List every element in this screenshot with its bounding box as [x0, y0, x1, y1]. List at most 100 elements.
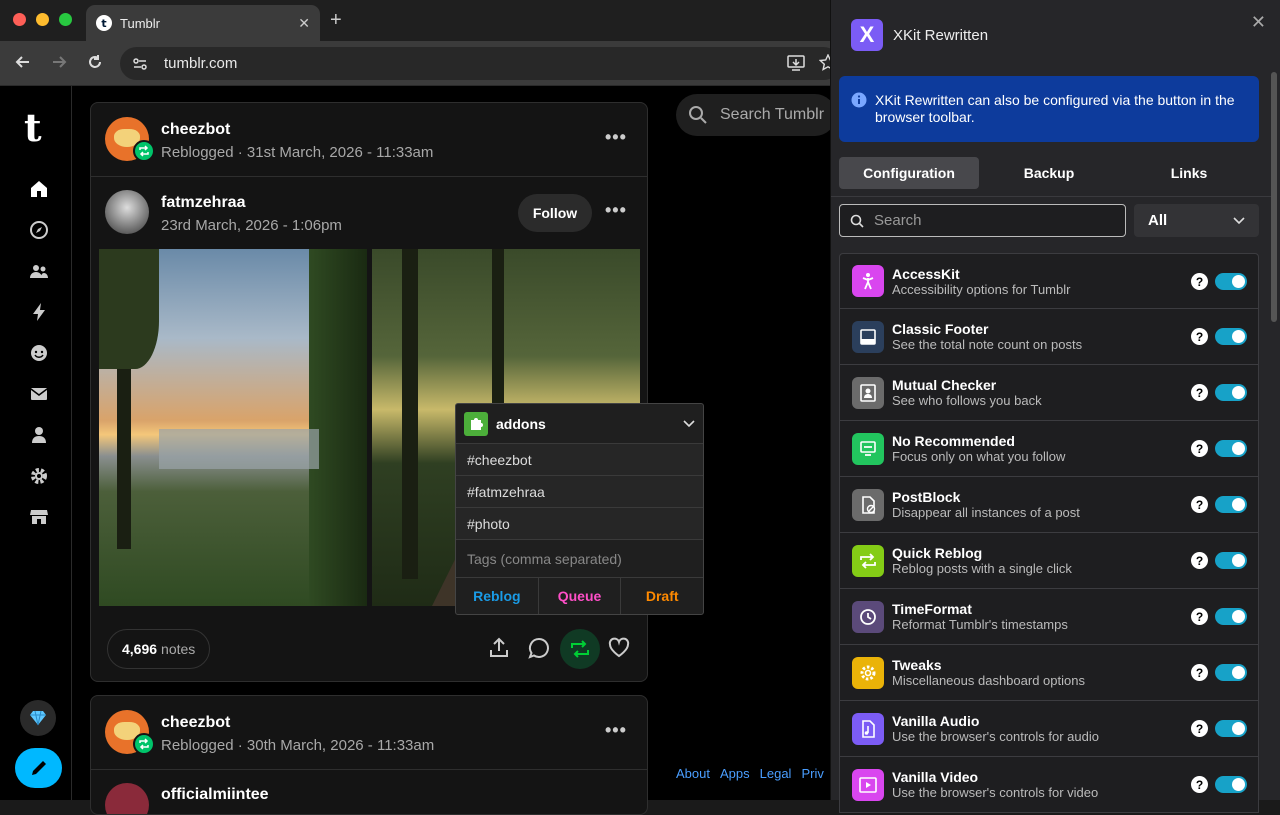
reload-icon[interactable]: [86, 53, 104, 71]
help-icon[interactable]: ?: [1191, 273, 1208, 290]
post-options-icon[interactable]: •••: [605, 127, 627, 148]
post-photo-sunset-lake[interactable]: [99, 249, 367, 606]
tumblr-search-input[interactable]: Search Tumblr: [676, 94, 836, 136]
explore-compass-icon[interactable]: [28, 219, 50, 241]
close-window-button[interactable]: [13, 13, 26, 26]
xkit-title: XKit Rewritten: [893, 26, 989, 44]
feature-toggle[interactable]: [1215, 776, 1247, 793]
feature-row[interactable]: Classic Footer See the total note count o…: [839, 309, 1259, 365]
address-bar[interactable]: tumblr.com: [120, 47, 840, 80]
back-icon[interactable]: [14, 53, 32, 71]
follow-button[interactable]: Follow: [518, 194, 592, 232]
new-tab-icon[interactable]: +: [330, 9, 342, 32]
post-options-icon[interactable]: •••: [605, 200, 627, 221]
feature-row[interactable]: Vanilla Video Use the browser's controls …: [839, 757, 1259, 813]
reblogger-name[interactable]: cheezbot: [161, 121, 230, 139]
install-app-icon[interactable]: [787, 55, 805, 71]
tag-suggestion[interactable]: #photo: [456, 508, 703, 540]
site-settings-icon[interactable]: [132, 56, 148, 72]
premium-gem-icon[interactable]: [20, 700, 56, 736]
compose-pencil-button[interactable]: [15, 748, 62, 788]
help-icon[interactable]: ?: [1191, 384, 1208, 401]
tumblr-favicon-icon: t: [96, 15, 112, 31]
tab-links[interactable]: Links: [1119, 157, 1259, 189]
feature-toggle[interactable]: [1215, 384, 1247, 401]
post-card: cheezbot Reblogged · 30th March, 2026 - …: [90, 695, 648, 815]
account-person-icon[interactable]: [28, 424, 50, 446]
feature-toggle[interactable]: [1215, 720, 1247, 737]
tab-backup[interactable]: Backup: [979, 157, 1119, 189]
tags-input[interactable]: Tags (comma separated): [456, 540, 703, 578]
feature-row[interactable]: PostBlock Disappear all instances of a po…: [839, 477, 1259, 533]
feature-row[interactable]: AccessKit Accessibility options for Tumbl…: [839, 253, 1259, 309]
activity-lightning-icon[interactable]: [28, 301, 50, 323]
feature-row[interactable]: Tweaks Miscellaneous dashboard options?: [839, 645, 1259, 701]
blog-name: addons: [496, 415, 546, 432]
reblog-button[interactable]: [560, 629, 600, 669]
tab-configuration[interactable]: Configuration: [839, 157, 979, 189]
footer-link[interactable]: About: [676, 766, 710, 781]
communities-icon[interactable]: [28, 260, 50, 282]
xkit-logo: X: [851, 19, 883, 51]
tumblr-logo[interactable]: t: [24, 109, 42, 147]
minimize-window-button[interactable]: [36, 13, 49, 26]
browser-tab[interactable]: t Tumblr ✕: [86, 5, 320, 41]
share-icon[interactable]: [487, 636, 511, 660]
help-icon[interactable]: ?: [1191, 496, 1208, 513]
tree-silhouette: [99, 249, 159, 369]
forward-icon[interactable]: [50, 53, 68, 71]
help-icon[interactable]: ?: [1191, 552, 1208, 569]
author-avatar[interactable]: [105, 783, 149, 814]
feature-row[interactable]: Mutual Checker See who follows you back?: [839, 365, 1259, 421]
author-avatar[interactable]: [105, 190, 149, 234]
home-icon[interactable]: [28, 178, 50, 200]
author-name[interactable]: fatmzehraa: [161, 194, 245, 212]
tag-suggestion[interactable]: #fatmzehraa: [456, 476, 703, 508]
close-tab-icon[interactable]: ✕: [298, 15, 310, 32]
reblogger-name[interactable]: cheezbot: [161, 714, 230, 732]
footer-link[interactable]: Legal: [760, 766, 792, 781]
reblog-now-button[interactable]: Reblog: [456, 578, 539, 614]
help-icon[interactable]: ?: [1191, 720, 1208, 737]
settings-gear-icon[interactable]: [28, 465, 50, 487]
queue-button[interactable]: Queue: [539, 578, 622, 614]
help-icon[interactable]: ?: [1191, 608, 1208, 625]
feature-row[interactable]: Vanilla Audio Use the browser's controls …: [839, 701, 1259, 757]
feature-toggle[interactable]: [1215, 608, 1247, 625]
messages-icon[interactable]: [28, 342, 50, 364]
feature-row[interactable]: TimeFormat Reformat Tumblr's timestamps?: [839, 589, 1259, 645]
feature-toggle[interactable]: [1215, 496, 1247, 513]
like-heart-icon[interactable]: [607, 636, 631, 660]
reply-comment-icon[interactable]: [527, 636, 551, 660]
help-icon[interactable]: ?: [1191, 440, 1208, 457]
feature-toggle[interactable]: [1215, 328, 1247, 345]
accessibility-icon: [852, 265, 884, 297]
feature-filter-select[interactable]: All: [1134, 204, 1259, 237]
feature-toggle[interactable]: [1215, 552, 1247, 569]
notes-count-button[interactable]: 4,696 notes: [107, 629, 211, 669]
info-text: XKit Rewritten can also be configured vi…: [875, 92, 1235, 125]
help-icon[interactable]: ?: [1191, 328, 1208, 345]
maximize-window-button[interactable]: [59, 13, 72, 26]
close-panel-icon[interactable]: ✕: [1251, 12, 1266, 33]
feature-row[interactable]: Quick Reblog Reblog posts with a single c…: [839, 533, 1259, 589]
draft-button[interactable]: Draft: [621, 578, 703, 614]
inbox-mail-icon[interactable]: [28, 383, 50, 405]
notes-count: 4,696: [122, 641, 158, 657]
post-options-icon[interactable]: •••: [605, 720, 627, 741]
reblog-timestamp: Reblogged · 30th March, 2026 - 11:33am: [161, 737, 435, 754]
shop-icon[interactable]: [28, 506, 50, 528]
feature-search-input[interactable]: Search: [839, 204, 1126, 237]
feature-row[interactable]: No Recommended Focus only on what you fol…: [839, 421, 1259, 477]
tag-suggestion[interactable]: #cheezbot: [456, 444, 703, 476]
blog-selector[interactable]: addons: [456, 404, 703, 444]
footer-link[interactable]: Priv: [801, 766, 823, 781]
feature-toggle[interactable]: [1215, 664, 1247, 681]
feature-toggle[interactable]: [1215, 273, 1247, 290]
author-name[interactable]: officialmiintee: [161, 786, 269, 804]
feature-toggle[interactable]: [1215, 440, 1247, 457]
footer-link[interactable]: Apps: [720, 766, 750, 781]
scrollbar[interactable]: [1271, 72, 1277, 322]
help-icon[interactable]: ?: [1191, 664, 1208, 681]
help-icon[interactable]: ?: [1191, 776, 1208, 793]
